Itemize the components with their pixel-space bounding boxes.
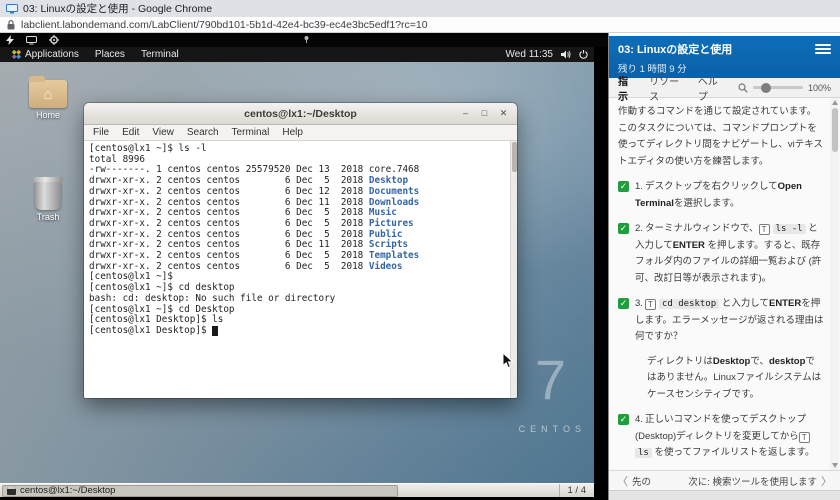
terminal-body[interactable]: [centos@lx1 ~]$ ls -ltotal 8996-rw------… (84, 141, 517, 398)
step-text: 2.ターミナルウィンドウで、Tls -l と入力してENTER を押します。する… (635, 221, 824, 287)
gnome-top-bar: Applications Places Terminal Wed 11:35 (0, 47, 594, 62)
scroll-up-icon[interactable] (832, 100, 838, 105)
next-label: 次に: 検索ツールを使用します (688, 474, 817, 488)
maximize-button[interactable]: □ (479, 108, 490, 119)
home-icon-label: Home (20, 110, 76, 120)
chevron-right-icon: 〉 (821, 473, 832, 489)
search-icon[interactable] (738, 83, 748, 93)
step-checkbox-checked[interactable]: ✓ (618, 298, 629, 309)
step-text: 1.デスクトップを右クリックしてOpen Terminalを選択します。 (635, 179, 824, 212)
scroll-down-icon[interactable] (832, 463, 838, 468)
trash-icon-label: Trash (20, 212, 76, 222)
taskbar: centos@lx1:~/Desktop 1 / 4 (0, 483, 594, 497)
centos-watermark-7: 7 (535, 352, 566, 408)
step-note: ディレクトリはDesktopで、desktopではありません。Linuxファイル… (647, 354, 824, 404)
settings-gear-icon[interactable] (49, 35, 59, 45)
type-text-icon: T (759, 224, 770, 235)
terminal-menu[interactable]: Terminal (135, 47, 185, 62)
menu-view[interactable]: View (152, 127, 174, 138)
menu-search[interactable]: Search (187, 127, 219, 138)
desktop-icon-trash[interactable]: Trash (20, 180, 76, 222)
volume-icon[interactable] (561, 50, 571, 59)
step-list: ✓ 1.デスクトップを右クリックしてOpen Terminalを選択します。 ✓ 2.… (618, 179, 824, 470)
centos-logo-icon (12, 50, 21, 59)
step-checkbox-checked[interactable]: ✓ (618, 223, 629, 234)
home-folder-icon: ⌂ (29, 80, 67, 108)
menu-file[interactable]: File (93, 127, 109, 138)
lab-favicon-monitor-icon (6, 4, 18, 14)
zoom-level: 100% (808, 83, 831, 93)
intro-paragraph: 作動するコマンドを通じて設定されています。このタスクについては、コマンドプロンプ… (618, 104, 824, 170)
step-checkbox-checked[interactable]: ✓ (618, 414, 629, 425)
terminal-window: centos@lx1:~/Desktop – □ ✕ File Edit Vie… (84, 103, 517, 398)
terminal-line: [centos@lx1 ~]$ ls -l (89, 144, 512, 155)
instruction-step: ✓ 3.Tcd desktop と入力してENTERを押します。エラーメッセージが… (618, 296, 824, 346)
menu-edit[interactable]: Edit (122, 127, 139, 138)
instruction-step: ✓ 1.デスクトップを右クリックしてOpen Terminalを選択します。 (618, 179, 824, 212)
terminal-titlebar[interactable]: centos@lx1:~/Desktop – □ ✕ (84, 103, 517, 125)
clock[interactable]: Wed 11:35 (506, 49, 553, 60)
terminal-menubar: File Edit View Search Terminal Help (84, 125, 517, 141)
hamburger-menu-icon[interactable] (815, 42, 831, 56)
terminal-output: [centos@lx1 ~]$ ls -ltotal 8996-rw------… (84, 141, 517, 340)
step-note: コマンドはアウトプットを返さず、フォルダが空であることを示唆します。 (647, 470, 824, 471)
next-task-link[interactable]: 次に: 検索ツールを使用します 〉 (688, 473, 832, 489)
terminal-line: [centos@lx1 Desktop]$ (89, 326, 512, 337)
terminal-menu-label: Terminal (141, 49, 179, 60)
instruction-step: ✓ 4.正しいコマンドを使ってデスクトップ(Desktop)ディレクトリを変更して… (618, 412, 824, 462)
app-window: 03: Linuxの設定と使用 - Google Chrome labclien… (0, 0, 840, 500)
browser-window-title: 03: Linuxの設定と使用 - Google Chrome (23, 1, 212, 16)
chevron-left-icon: 〈 (617, 473, 628, 489)
zoom-slider-knob[interactable] (761, 83, 771, 93)
terminal-title: centos@lx1:~/Desktop (84, 108, 517, 120)
power-actions-icon[interactable] (6, 35, 14, 45)
applications-menu-label: Applications (25, 49, 79, 60)
display-icon[interactable] (26, 36, 37, 45)
power-icon[interactable] (579, 50, 588, 59)
centos-watermark-text: CENTOS (519, 424, 586, 434)
toolbar-pull-handle-icon[interactable] (304, 36, 309, 43)
remote-desktop-viewport: Applications Places Terminal Wed 11:35 (0, 33, 608, 500)
sidebar-tabs: 指示 リソース ヘルプ 100% (609, 78, 840, 98)
workspace-switcher[interactable]: 1 / 4 (559, 484, 595, 497)
sidebar-footer-nav: 〈 先の 次に: 検索ツールを使用します 〉 (609, 470, 840, 490)
lock-icon (7, 20, 15, 30)
applications-menu[interactable]: Applications (6, 47, 85, 62)
task-label: centos@lx1:~/Desktop (20, 485, 115, 496)
zoom-slider[interactable] (753, 86, 803, 89)
desktop-icon-home[interactable]: ⌂ Home (20, 80, 76, 120)
trash-can-icon (35, 180, 61, 210)
menu-help[interactable]: Help (282, 127, 303, 138)
instruction-step: ✓ 2.ターミナルウィンドウで、Tls -l と入力してENTER を押します。す… (618, 221, 824, 287)
sidebar-scrollbar[interactable] (830, 98, 839, 470)
previous-label: 先の (632, 474, 651, 488)
labclient-toolbar (0, 33, 608, 47)
places-menu[interactable]: Places (89, 47, 131, 62)
step-text: 3.Tcd desktop と入力してENTERを押します。エラーメッセージが返… (635, 296, 824, 346)
sidebar-bottom-strip (609, 490, 840, 500)
lab-title: 03: Linuxの設定と使用 (618, 41, 732, 57)
lab-sidebar: 03: Linuxの設定と使用 残り 1 時間 9 分 指示 リソース ヘルプ … (608, 33, 840, 500)
mouse-cursor-icon (502, 352, 514, 369)
desktop[interactable]: 7 CENTOS ⌂ Home Trash centos@lx1:~/Deskt… (0, 62, 594, 483)
type-text-icon: T (799, 432, 810, 443)
browser-titlebar: 03: Linuxの設定と使用 - Google Chrome (0, 0, 840, 17)
linux-screen: Applications Places Terminal Wed 11:35 (0, 47, 594, 497)
taskbar-task-button[interactable]: centos@lx1:~/Desktop (2, 485, 398, 497)
step-checkbox-checked[interactable]: ✓ (618, 181, 629, 192)
address-url[interactable]: labclient.labondemand.com/LabClient/790b… (21, 19, 428, 31)
terminal-app-icon (7, 487, 16, 495)
minimize-button[interactable]: – (460, 108, 471, 119)
menu-terminal[interactable]: Terminal (232, 127, 270, 138)
type-text-icon: T (645, 299, 656, 310)
browser-address-bar[interactable]: labclient.labondemand.com/LabClient/790b… (0, 17, 840, 33)
house-glyph-icon: ⌂ (29, 80, 67, 108)
instructions-panel[interactable]: の大部分が、テキストベースの設定ファイル上で 作動するコマンドを通じて設定されて… (609, 98, 840, 470)
previous-task-link[interactable]: 〈 先の (617, 473, 651, 489)
close-button[interactable]: ✕ (498, 108, 509, 119)
scrollbar-thumb[interactable] (832, 108, 838, 152)
step-text: 4.正しいコマンドを使ってデスクトップ(Desktop)ディレクトリを変更してか… (635, 412, 824, 462)
places-menu-label: Places (95, 49, 125, 60)
